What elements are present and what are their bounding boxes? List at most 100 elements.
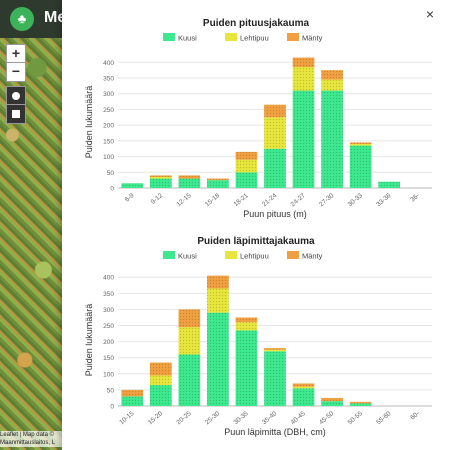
y-tick-label: 300 — [103, 91, 114, 98]
x-tick-label: 12-15 — [175, 192, 193, 208]
bar-mnty — [178, 175, 201, 179]
bar-mnty — [235, 151, 258, 160]
x-tick-label: 25-30 — [204, 410, 222, 426]
bar-mnty — [321, 397, 343, 402]
map-view[interactable]: ♣ Metsä + − Leaflet | Map data © Maanmit… — [0, 0, 62, 450]
bar-lehtipuu — [264, 349, 286, 352]
bar-lehtipuu — [235, 159, 258, 173]
bar-kuusi — [292, 388, 315, 406]
chart-title: Puiden pituusjakauma — [203, 18, 310, 29]
map-attribution: Leaflet | Map data © Maanmittauslaitos, … — [0, 431, 62, 447]
bar-mnty — [149, 175, 172, 177]
y-axis-label: Puiden lukumäärä — [84, 86, 94, 159]
bar-mnty — [349, 401, 372, 404]
x-tick-label: 60- — [409, 410, 421, 421]
legend-swatch — [287, 33, 299, 41]
attribution-line-2: Maanmittauslaitos, L — [0, 440, 56, 446]
bar-mnty — [321, 70, 343, 80]
bar-kuusi — [235, 330, 258, 406]
draw-polygon-button[interactable] — [6, 86, 26, 106]
x-tick-label: 33-36 — [375, 192, 393, 208]
y-tick-label: 100 — [103, 371, 114, 378]
bar-kuusi — [292, 90, 315, 188]
legend-label: Mänty — [302, 34, 323, 43]
x-tick-label: 30-33 — [347, 192, 365, 208]
y-tick-label: 400 — [103, 60, 114, 67]
y-tick-label: 300 — [103, 307, 114, 314]
bar-lehtipuu — [292, 386, 315, 389]
legend-label: Lehtipuu — [240, 34, 269, 43]
bar-kuusi — [321, 90, 343, 188]
bar-lehtipuu — [292, 67, 315, 91]
bar-mnty — [292, 383, 315, 387]
x-tick-label: 36- — [409, 192, 421, 203]
bar-mnty — [292, 57, 315, 67]
x-tick-label: 27-30 — [318, 192, 336, 208]
bar-kuusi — [349, 403, 372, 406]
x-tick-label: 24-27 — [290, 192, 308, 208]
bar-lehtipuu — [235, 322, 258, 331]
bar-lehtipuu — [149, 177, 172, 179]
y-tick-label: 0 — [110, 186, 114, 193]
legend-label: Lehtipuu — [240, 252, 269, 261]
zoom-out-button[interactable]: − — [6, 62, 26, 82]
app-header: ♣ Metsä — [0, 0, 62, 38]
bar-lehtipuu — [264, 117, 286, 149]
y-tick-label: 350 — [103, 291, 114, 298]
legend-label: Kuusi — [178, 252, 197, 261]
bar-kuusi — [149, 385, 172, 406]
bar-lehtipuu — [349, 144, 372, 146]
y-tick-label: 250 — [103, 323, 114, 330]
x-tick-label: 55-60 — [375, 410, 393, 426]
bar-kuusi — [264, 351, 286, 406]
bar-kuusi — [264, 148, 286, 188]
chart-title: Puiden läpimittajakauma — [197, 236, 315, 247]
x-tick-label: 15-20 — [147, 410, 165, 426]
y-tick-label: 200 — [103, 339, 114, 346]
bar-kuusi — [121, 183, 144, 188]
bar-kuusi — [178, 354, 201, 406]
y-tick-label: 100 — [103, 154, 114, 161]
bar-kuusi — [178, 178, 201, 188]
x-tick-label: 50-55 — [347, 410, 365, 426]
bar-mnty — [207, 178, 229, 181]
legend-label: Mänty — [302, 252, 323, 261]
x-tick-label: 18-21 — [233, 192, 251, 208]
legend-swatch — [225, 251, 237, 259]
bar-kuusi — [207, 312, 229, 406]
x-tick-label: 21-24 — [261, 192, 279, 208]
x-tick-label: 20-25 — [175, 410, 193, 426]
bar-kuusi — [149, 178, 172, 188]
attribution-line-1: Leaflet | Map data © — [0, 432, 55, 438]
legend-swatch — [287, 251, 299, 259]
bar-lehtipuu — [178, 327, 201, 355]
y-axis-label: Puiden lukumäärä — [84, 304, 94, 377]
legend-swatch — [163, 251, 175, 259]
y-tick-label: 150 — [103, 355, 114, 362]
x-axis-label: Puun pituus (m) — [243, 209, 307, 219]
legend-swatch — [225, 33, 237, 41]
x-tick-label: 30-35 — [233, 410, 251, 426]
tree-icon: ♣ — [10, 7, 34, 31]
legend-swatch — [163, 33, 175, 41]
x-tick-label: 6-9 — [124, 192, 136, 204]
bar-mnty — [349, 142, 372, 144]
y-tick-label: 350 — [103, 76, 114, 83]
bar-kuusi — [349, 145, 372, 188]
x-tick-label: 9-12 — [150, 192, 165, 206]
bar-mnty — [121, 389, 144, 397]
height-distribution-chart: Puiden pituusjakauma Kuusi Lehtipuu Mänty 0 5… — [84, 18, 432, 219]
bar-mnty — [264, 348, 286, 350]
chart-panel: × Puiden pituusjakauma Kuusi Lehtipuu Mänty… — [62, 0, 450, 450]
zoom-in-button[interactable]: + — [6, 44, 26, 64]
bar-mnty — [235, 317, 258, 323]
y-tick-label: 150 — [103, 138, 114, 145]
bar-lehtipuu — [321, 79, 343, 91]
diameter-distribution-chart: Puiden läpimittajakaumaKuusi Lehtipuu Mänt… — [84, 236, 432, 437]
x-tick-label: 10-15 — [118, 410, 136, 426]
y-tick-label: 400 — [103, 275, 114, 282]
bar-mnty — [149, 362, 172, 376]
y-tick-label: 50 — [107, 387, 115, 394]
bar-kuusi — [207, 180, 229, 188]
draw-rectangle-button[interactable] — [6, 104, 26, 124]
